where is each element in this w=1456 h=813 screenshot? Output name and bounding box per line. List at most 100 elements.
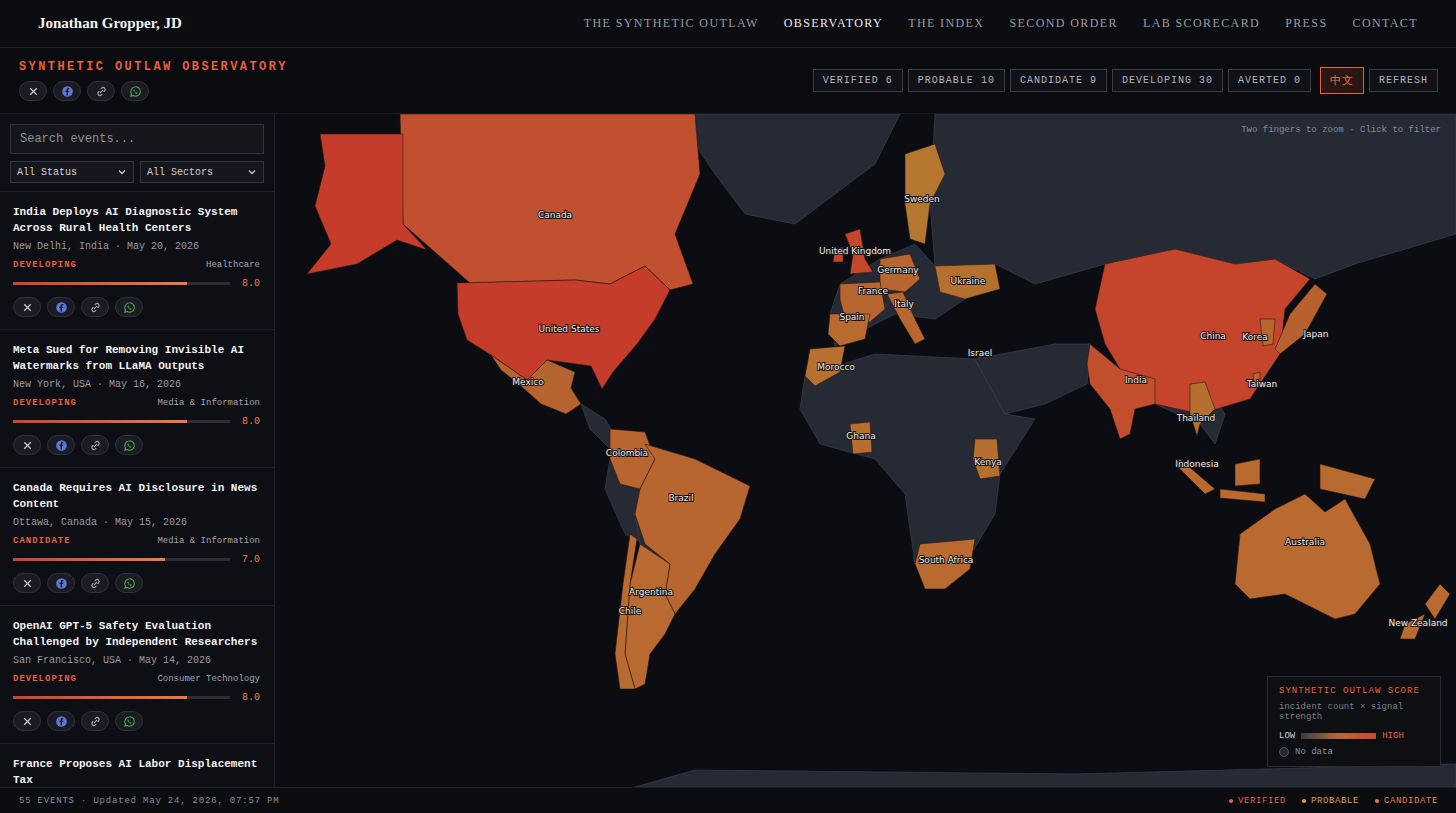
share-button[interactable] [13,573,41,593]
nav-item[interactable]: OBSERVATORY [784,16,883,31]
country[interactable] [915,539,975,589]
share-button[interactable] [87,81,115,101]
event-score: 8.0 [238,692,260,703]
share-button[interactable] [115,711,143,731]
event-score: 7.0 [238,554,260,565]
share-button[interactable] [81,297,109,317]
share-button[interactable] [115,297,143,317]
country-label: Korea [1242,332,1268,342]
legend-gradient [1301,733,1376,739]
country-label: Thailand [1176,413,1216,423]
event-sidebar: All Status All Sectors India Deploys AI Di… [0,114,275,787]
country-label: Morocco [817,362,855,372]
country[interactable] [935,264,1000,299]
country-label: Germany [877,265,919,275]
stat-chip[interactable]: PROBABLE10 [908,69,1005,92]
share-button[interactable] [13,435,41,455]
event-title: Meta Sued for Removing Invisible AI Wate… [13,342,260,374]
link-icon [89,301,102,314]
share-button[interactable] [47,573,75,593]
event-card[interactable]: OpenAI GPT-5 Safety Evaluation Challenge… [0,606,274,744]
nav-item[interactable]: THE INDEX [908,16,984,31]
score-bar [13,282,230,285]
event-score: 8.0 [238,278,260,289]
share-button[interactable] [47,297,75,317]
event-title: Canada Requires AI Disclosure in News Co… [13,480,260,512]
score-bar [13,696,230,699]
share-button[interactable] [19,81,47,101]
x-icon [21,439,34,452]
no-data-swatch [1279,747,1289,757]
map-legend: SYNTHETIC OUTLAW SCOREincident count × s… [1267,676,1441,767]
event-card[interactable]: Canada Requires AI Disclosure in News Co… [0,468,274,606]
country[interactable] [1400,584,1450,639]
country[interactable] [887,292,925,344]
event-card[interactable]: France Proposes AI Labor Displacement Ta… [0,744,274,787]
search-input[interactable] [10,124,264,154]
filter-select[interactable]: All Status [10,161,134,183]
link-icon [95,85,108,98]
stat-chip[interactable]: VERIFIED6 [813,69,903,92]
country-label: Argentina [629,587,673,597]
country-label: India [1125,375,1147,385]
share-button[interactable] [121,81,149,101]
nav-item[interactable]: LAB SCORECARD [1143,16,1260,31]
event-card[interactable]: Meta Sued for Removing Invisible AI Wate… [0,330,274,468]
filter-select[interactable]: All Sectors [140,161,264,183]
country[interactable] [1087,344,1155,439]
country[interactable] [1275,284,1327,354]
share-button[interactable] [13,711,41,731]
country-label: Spain [839,312,864,322]
world-map[interactable]: CanadaUnited StatesMexicoColombiaBrazilA… [275,114,1456,787]
share-button[interactable] [115,435,143,455]
share-button[interactable] [115,573,143,593]
share-button[interactable] [81,573,109,593]
whatsapp-icon [123,715,136,728]
event-meta: Ottawa, Canada · May 15, 2026 [13,517,260,528]
country-label: Brazil [668,493,693,503]
country-label: Chile [619,606,642,616]
refresh-button[interactable]: REFRESH [1369,69,1438,92]
facebook-icon [55,715,68,728]
x-icon [21,301,34,314]
share-button[interactable] [47,435,75,455]
observatory-title: SYNTHETIC OUTLAW OBSERVATORY [19,60,288,74]
top-nav: Jonathan Gropper, JD THE SYNTHETIC OUTLAW… [0,0,1456,48]
country[interactable] [1175,459,1375,502]
share-button[interactable] [53,81,81,101]
share-button[interactable] [81,435,109,455]
brand[interactable]: Jonathan Gropper, JD [38,15,182,32]
event-status: DEVELOPING [13,398,77,408]
status-legend-item: PROBABLE [1302,796,1359,806]
nav-item[interactable]: PRESS [1285,16,1327,31]
country[interactable] [307,134,670,389]
event-sector: Media & Information [157,398,260,408]
facebook-icon [55,439,68,452]
whatsapp-icon [123,577,136,590]
stat-chip[interactable]: DEVELOPING30 [1112,69,1223,92]
nav-item[interactable]: THE SYNTHETIC OUTLAW [584,16,759,31]
event-list: India Deploys AI Diagnostic System Acros… [0,192,274,787]
event-meta: New Delhi, India · May 20, 2026 [13,241,260,252]
share-button[interactable] [13,297,41,317]
share-button[interactable] [47,711,75,731]
whatsapp-icon [129,85,142,98]
country[interactable] [491,355,581,414]
stat-chip[interactable]: AVERTED0 [1228,69,1311,92]
event-sector: Media & Information [157,536,260,546]
country-label: Japan [1302,329,1328,339]
score-bar [13,420,230,423]
whatsapp-icon [123,439,136,452]
language-button[interactable]: 中文 [1320,67,1364,94]
nav-item[interactable]: SECOND ORDER [1009,16,1117,31]
event-card[interactable]: India Deploys AI Diagnostic System Acros… [0,192,274,330]
land-region [675,114,900,224]
nav-item[interactable]: CONTACT [1352,16,1418,31]
share-button[interactable] [81,711,109,731]
country[interactable] [1190,382,1215,436]
country[interactable] [1235,494,1380,619]
observatory-page: Jonathan Gropper, JD THE SYNTHETIC OUTLAW… [0,0,1456,813]
country[interactable] [905,144,945,244]
stat-chip[interactable]: CANDIDATE9 [1010,69,1107,92]
country[interactable] [400,114,700,290]
